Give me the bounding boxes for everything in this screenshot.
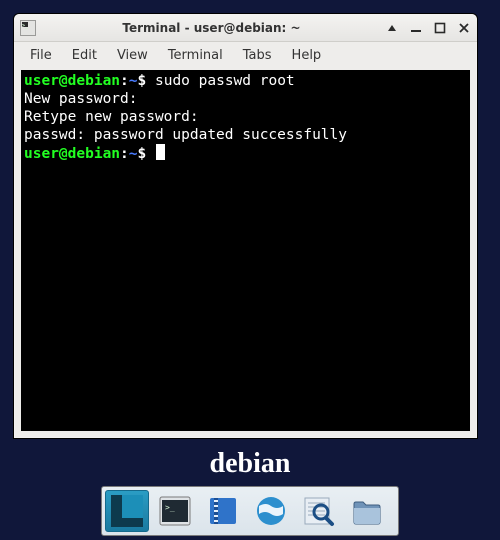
menu-tabs[interactable]: Tabs: [233, 45, 282, 66]
prompt-at: @: [59, 146, 68, 162]
command-text: sudo passwd root: [155, 73, 295, 89]
rollup-button[interactable]: [385, 21, 399, 35]
search-files-icon: [302, 494, 336, 528]
output-line: New password:: [24, 91, 138, 107]
folder-icon: [350, 494, 384, 528]
prompt-colon: :: [120, 73, 129, 89]
terminal-viewport[interactable]: user@debian:~$ sudo passwd root New pass…: [21, 70, 470, 431]
prompt-path: ~: [129, 73, 138, 89]
dock-item-show-desktop[interactable]: [105, 490, 149, 532]
dock: >_: [101, 486, 399, 536]
menu-view[interactable]: View: [107, 45, 158, 66]
dock-item-search[interactable]: [297, 490, 341, 532]
cursor: [156, 144, 165, 160]
output-line: Retype new password:: [24, 109, 199, 125]
titlebar[interactable]: Terminal - user@debian: ~: [14, 14, 477, 42]
file-manager-icon: [206, 494, 240, 528]
output-line: passwd: password updated successfully: [24, 127, 347, 143]
dock-item-terminal[interactable]: >_: [153, 490, 197, 532]
debian-logo-text: debian: [210, 448, 291, 480]
terminal-window: Terminal - user@debian: ~ File Edit View…: [13, 13, 478, 439]
prompt-path: ~: [129, 146, 138, 162]
prompt-user: user: [24, 73, 59, 89]
minimize-button[interactable]: [409, 21, 423, 35]
menu-help[interactable]: Help: [282, 45, 332, 66]
menu-file[interactable]: File: [20, 45, 62, 66]
show-desktop-icon: [110, 494, 144, 528]
prompt-host: debian: [68, 146, 120, 162]
terminal-icon: >_: [158, 494, 192, 528]
globe-icon: [254, 494, 288, 528]
prompt-symbol: $: [138, 73, 155, 89]
prompt-at: @: [59, 73, 68, 89]
terminal-icon: [20, 20, 36, 36]
svg-text:>_: >_: [165, 503, 175, 512]
dock-item-home-folder[interactable]: [345, 490, 389, 532]
close-button[interactable]: [457, 21, 471, 35]
dock-item-web-browser[interactable]: [249, 490, 293, 532]
menu-edit[interactable]: Edit: [62, 45, 107, 66]
menubar: File Edit View Terminal Tabs Help: [14, 42, 477, 68]
maximize-button[interactable]: [433, 21, 447, 35]
prompt-user: user: [24, 146, 59, 162]
prompt-symbol: $: [138, 146, 155, 162]
window-title: Terminal - user@debian: ~: [44, 21, 379, 35]
dock-item-files[interactable]: [201, 490, 245, 532]
menu-terminal[interactable]: Terminal: [158, 45, 233, 66]
prompt-colon: :: [120, 146, 129, 162]
os-branding: debian: [0, 448, 500, 480]
prompt-host: debian: [68, 73, 120, 89]
window-controls: [385, 21, 471, 35]
